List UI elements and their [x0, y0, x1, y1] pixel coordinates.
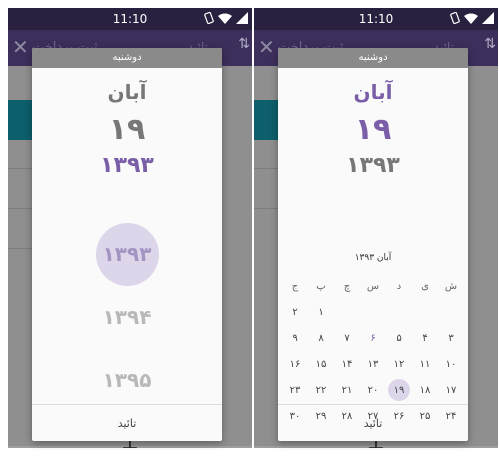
calendar-day[interactable]: ۱۶	[282, 351, 308, 377]
calendar-day[interactable]: ۱۷	[438, 377, 464, 403]
calendar-day[interactable]: ۲۱	[334, 377, 360, 403]
sort-icon[interactable]: ⇅	[484, 36, 496, 52]
weekday-label: پ	[316, 280, 326, 292]
calendar-day[interactable]: ۲۳	[282, 377, 308, 403]
weekday-label: ش	[444, 280, 458, 292]
calendar-day[interactable]: ۱۲	[386, 351, 412, 377]
selected-month[interactable]: آبان	[278, 80, 468, 104]
calendar-day[interactable]: ۱۴	[334, 351, 360, 377]
weekday-label: چ	[343, 280, 351, 292]
calendar-day[interactable]: ۱۸	[412, 377, 438, 403]
dialog-weekday-header: دوشنبه	[32, 48, 222, 68]
weekday-label: ی	[421, 280, 429, 292]
status-bar: 11:10	[254, 8, 498, 30]
calendar-day[interactable]: ۸	[308, 325, 334, 351]
rotate-icon	[204, 12, 214, 24]
rotate-icon	[450, 12, 460, 24]
close-icon[interactable]: ✕	[258, 37, 275, 57]
weekday-label: س	[366, 280, 380, 292]
calendar-day[interactable]: ۵	[386, 325, 412, 351]
year-item[interactable]: ۱۳۹۴	[32, 286, 222, 349]
calendar-day[interactable]: ۲۲	[308, 377, 334, 403]
year-item[interactable]: ۱۳۹۵	[32, 349, 222, 412]
calendar-day[interactable]: ۶	[360, 325, 386, 351]
sort-icon[interactable]: ⇅	[238, 36, 250, 52]
calendar-empty-cell	[412, 299, 438, 325]
calendar-day[interactable]: ۱۳	[360, 351, 386, 377]
calendar-day[interactable]: ۷	[334, 325, 360, 351]
selected-year[interactable]: ۱۳۹۳	[278, 153, 468, 178]
calendar-day[interactable]: ۱۱	[412, 351, 438, 377]
calendar-day[interactable]: ۱	[308, 299, 334, 325]
calendar-day[interactable]: ۳	[438, 325, 464, 351]
selected-day[interactable]: ۱۹	[278, 112, 468, 147]
weekday-label: د	[396, 280, 402, 292]
calendar-day[interactable]: ۲	[282, 299, 308, 325]
calendar-day[interactable]: ۲۰	[360, 377, 386, 403]
calendar-day[interactable]: ۱۹	[386, 377, 412, 403]
wifi-icon	[464, 13, 478, 24]
dialog-weekday-header: دوشنبه	[278, 48, 468, 68]
calendar-day[interactable]: ۱۰	[438, 351, 464, 377]
calendar-day[interactable]: ۴	[412, 325, 438, 351]
calendar-empty-cell	[438, 299, 464, 325]
year-item[interactable]: ۱۳۹۳	[32, 223, 222, 286]
selected-month[interactable]: آبان	[32, 80, 222, 104]
confirm-button[interactable]: تائید	[32, 404, 222, 441]
phone-screen-calendar: 11:10 ✕ ثبت پرداخت تائید ⇅ + دوشنبه آبان…	[254, 8, 498, 468]
cell-signal-icon	[482, 12, 494, 24]
calendar-empty-cell	[386, 299, 412, 325]
phone-screen-year-picker: 11:10 ✕ ثبت پرداخت تائید ⇅ + دوشنبه آبان…	[8, 8, 252, 468]
calendar-day[interactable]: ۹	[282, 325, 308, 351]
status-bar: 11:10	[8, 8, 252, 30]
calendar-day[interactable]: ۱۵	[308, 351, 334, 377]
weekday-label: ج	[291, 280, 299, 292]
calendar-empty-cell	[360, 299, 386, 325]
wifi-icon	[218, 13, 232, 24]
calendar-empty-cell	[334, 299, 360, 325]
date-picker-dialog: دوشنبه آبان ۱۹ ۱۳۹۳ ۱۳۹۳ ۱۳۹۴ ۱۳۹۵ تائید	[32, 48, 222, 441]
close-icon[interactable]: ✕	[12, 37, 29, 57]
cell-signal-icon	[236, 12, 248, 24]
selected-year[interactable]: ۱۳۹۳	[32, 153, 222, 178]
date-picker-dialog: دوشنبه آبان ۱۹ ۱۳۹۳ آبان ۱۳۹۳ شیدسچپج۱۲۳…	[278, 48, 468, 441]
calendar-month-title: آبان ۱۳۹۳	[354, 253, 392, 263]
year-list: ۱۳۹۳ ۱۳۹۴ ۱۳۹۵	[32, 223, 222, 412]
selected-day[interactable]: ۱۹	[32, 112, 222, 147]
